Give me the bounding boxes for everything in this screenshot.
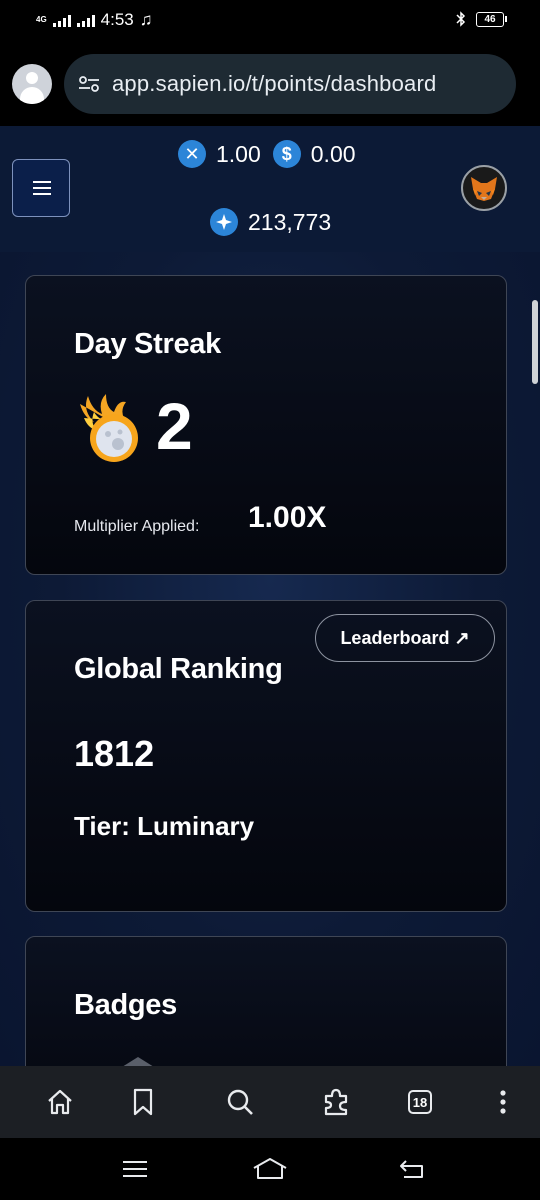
status-bar: 4G 4:53 ♫ 46: [0, 0, 540, 44]
site-settings-icon[interactable]: [78, 76, 100, 92]
more-options-icon[interactable]: [485, 1084, 521, 1120]
tabs-icon[interactable]: 18: [402, 1084, 438, 1120]
multiplier-label: Multiplier Applied:: [74, 518, 200, 535]
browser-toolbar: 18: [0, 1066, 540, 1138]
global-ranking-card: Leaderboard ↗ Global Ranking 1812 Tier: …: [25, 600, 507, 912]
balances: ✕ 1.00 $ 0.00: [178, 140, 368, 168]
dollar-balance: 0.00: [310, 140, 356, 167]
streak-count: 2: [156, 389, 193, 463]
multiplier-value: 1.00X: [248, 501, 327, 534]
extensions-icon[interactable]: [318, 1084, 354, 1120]
page-scrollbar[interactable]: [532, 300, 538, 384]
clock: 4:53: [100, 10, 134, 29]
back-icon[interactable]: [392, 1152, 432, 1186]
bluetooth-icon: [456, 11, 466, 27]
home-nav-icon[interactable]: [250, 1152, 290, 1186]
recents-icon[interactable]: [115, 1152, 155, 1186]
leaderboard-button[interactable]: Leaderboard ↗: [315, 614, 495, 662]
day-streak-card: Day Streak 2 Multiplier Applied: 1.00X: [25, 275, 507, 575]
bookmark-icon[interactable]: [125, 1084, 161, 1120]
search-icon[interactable]: [222, 1084, 258, 1120]
card-title: Badges: [74, 989, 177, 1021]
x-balance: 1.00: [216, 140, 261, 167]
url-text[interactable]: app.sapien.io/t/points/dashboard: [112, 71, 436, 97]
points-value: 213,773: [248, 208, 332, 235]
address-bar[interactable]: app.sapien.io/t/points/dashboard: [64, 54, 516, 114]
signal-icon-2: [76, 13, 95, 27]
menu-button[interactable]: [12, 159, 70, 217]
dollar-coin-icon: $: [272, 140, 301, 168]
card-title: Day Streak: [74, 328, 221, 360]
music-note-icon: ♫: [139, 10, 153, 29]
flaming-comet-icon: [80, 394, 138, 462]
profile-icon[interactable]: [12, 64, 52, 104]
battery-level: 46: [484, 13, 496, 25]
signal-icon: [52, 13, 71, 27]
metamask-fox-icon[interactable]: [461, 165, 507, 211]
home-icon[interactable]: [42, 1084, 78, 1120]
dashboard-content[interactable]: Day Streak 2 Multiplier Applied: 1.00X L…: [0, 252, 540, 1066]
browser-url-row: app.sapien.io/t/points/dashboard: [0, 44, 540, 126]
tab-count: 18: [408, 1090, 432, 1114]
network-type: 4G: [36, 15, 47, 24]
system-nav-bar: [0, 1138, 540, 1200]
rank-value: 1812: [74, 733, 155, 774]
app-header: ✕ 1.00 $ 0.00 213,773: [0, 126, 540, 252]
badges-card: Badges: [25, 936, 507, 1066]
points-balance: 213,773: [210, 208, 331, 236]
tier-label: Tier: Luminary: [74, 811, 255, 841]
card-title: Global Ranking: [74, 653, 283, 685]
battery-icon: 46: [476, 11, 507, 27]
x-coin-icon: ✕: [178, 140, 206, 168]
points-star-icon: [210, 208, 238, 236]
badge-icon: [122, 1057, 154, 1066]
